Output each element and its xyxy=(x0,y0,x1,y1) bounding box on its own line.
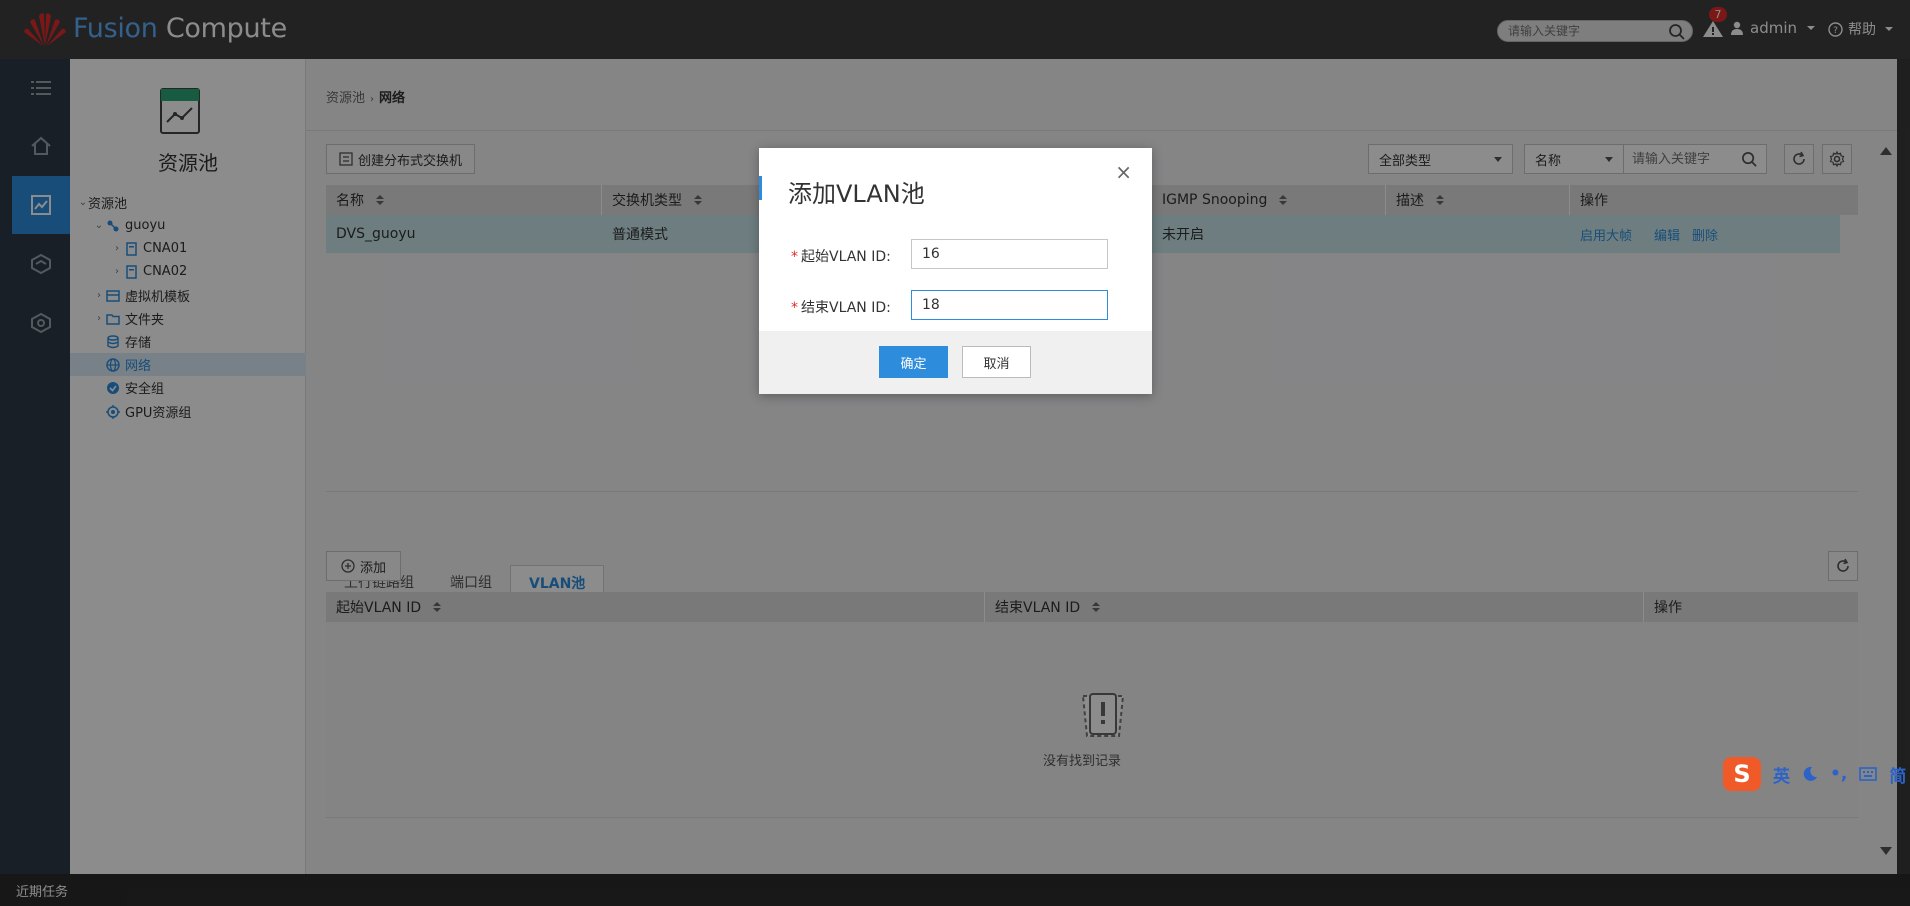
ime-toolbar[interactable]: S 英 •, 简 xyxy=(1723,757,1906,791)
close-icon[interactable]: × xyxy=(1115,160,1132,184)
ime-language-toggle[interactable]: 英 xyxy=(1773,762,1790,787)
start-vlan-input[interactable] xyxy=(911,239,1108,269)
moon-icon[interactable] xyxy=(1802,766,1818,782)
ime-simplified-toggle[interactable]: 简 xyxy=(1889,762,1906,787)
dialog-footer: 确定 取消 xyxy=(759,331,1152,394)
keyboard-icon[interactable] xyxy=(1859,767,1878,781)
end-vlan-input[interactable] xyxy=(911,290,1108,320)
start-vlan-label: * 起始VLAN ID: xyxy=(791,249,891,265)
modal-overlay xyxy=(0,0,1910,906)
punctuation-icon[interactable]: •, xyxy=(1830,764,1847,784)
add-vlan-pool-dialog: 添加VLAN池 × *起始VLAN ID: *结束VLAN ID: 确定 取消 xyxy=(759,148,1152,394)
end-vlan-label: * 结束VLAN ID: xyxy=(791,300,891,316)
confirm-button[interactable]: 确定 xyxy=(879,346,948,378)
sogou-logo-icon: S xyxy=(1723,757,1761,791)
dialog-title: 添加VLAN池 xyxy=(788,180,925,208)
cancel-button[interactable]: 取消 xyxy=(962,346,1031,378)
title-accent xyxy=(759,176,762,200)
